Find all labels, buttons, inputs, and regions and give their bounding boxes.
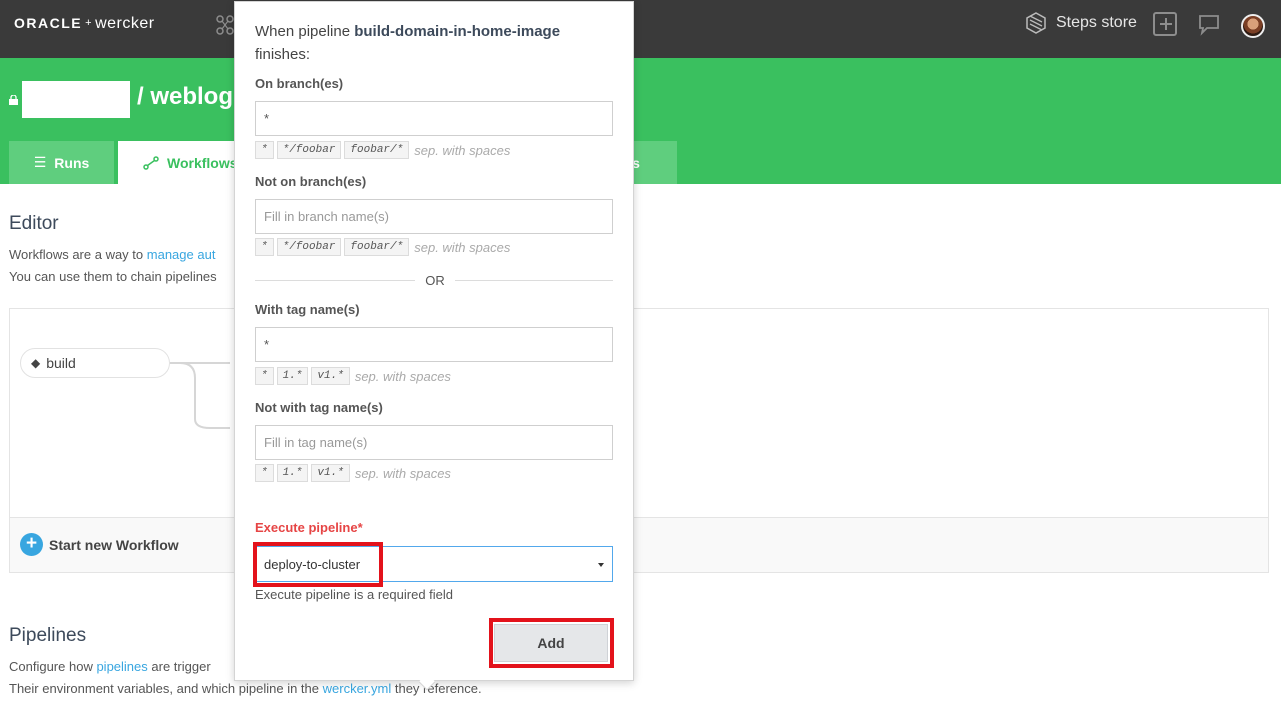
execute-pipeline-label: Execute pipeline* [255,520,363,535]
pipelines-description-line2: Their environment variables, and which p… [9,681,482,696]
popup-pipeline-name: build-domain-in-home-image [354,23,561,40]
pipelines-desc2-prefix: Their environment variables, and which p… [9,681,323,696]
with-tags-input[interactable]: * [255,327,613,362]
hint-chip[interactable]: foobar/* [344,141,410,159]
plus-circle-icon: + [20,533,43,556]
or-label: OR [425,273,445,288]
tab-workflows-label: Workflows [167,154,238,171]
execute-pipeline-help: Execute pipeline is a required field [255,587,454,602]
start-new-workflow-label: Start new Workflow [49,536,179,553]
highlight-box-add [489,618,614,668]
not-with-tags-label: Not with tag name(s) [255,400,383,415]
highlight-box-select [253,542,383,587]
or-divider: OR [255,272,613,290]
wercker-yml-link[interactable]: wercker.yml [323,681,392,696]
tab-workflows[interactable]: Workflows [118,141,238,184]
on-branches-input[interactable]: * [255,101,613,136]
steps-store-label: Steps store [1056,14,1137,31]
editor-description-line1: Workflows are a way to manage aut [9,247,215,262]
manage-automation-link[interactable]: manage aut [147,247,216,262]
hint-separator-text: sep. with spaces [354,465,451,481]
popup-title-suffix: finishes: [255,46,311,63]
hint-chip[interactable]: * [255,238,274,256]
popup-title: When pipeline build-domain-in-home-image… [255,20,615,66]
workflow-node-build[interactable]: ◆ build [20,348,170,378]
hint-separator-text: sep. with spaces [354,368,451,384]
redacted-owner-name [22,81,130,118]
pipelines-link[interactable]: pipelines [96,659,147,674]
steps-store-icon [1026,12,1046,34]
hint-chip[interactable]: */foobar [276,238,342,256]
editor-footer [10,517,1268,572]
git-diamond-icon: ◆ [31,356,41,370]
popup-title-prefix: When pipeline [255,23,355,40]
hint-chip[interactable]: v1.* [311,464,350,482]
runs-list-icon: ☰ [33,154,47,170]
on-branches-hints: * */foobar foobar/* sep. with spaces [255,141,510,159]
network-icon[interactable] [214,14,236,36]
workflow-icon [143,155,159,170]
brand-plus: + [85,17,93,29]
not-on-branches-label: Not on branch(es) [255,174,367,189]
or-line-right [455,280,613,281]
chat-bubble-icon[interactable] [1197,12,1221,36]
hint-chip[interactable]: v1.* [311,367,350,385]
node-build-label: build [46,355,76,371]
pipelines-heading: Pipelines [9,625,87,646]
brand-oracle: ORACLE [14,15,83,31]
tab-runs[interactable]: ☰ Runs [9,141,114,184]
not-with-tags-input[interactable]: Fill in tag name(s) [255,425,613,460]
chevron-down-icon [598,563,604,567]
hint-chip[interactable]: * [255,141,274,159]
tab-runs-label: Runs [54,154,90,171]
with-tags-hints: * 1.* v1.* sep. with spaces [255,367,451,385]
steps-store-link[interactable]: Steps store [1025,12,1137,34]
hint-chip[interactable]: * [255,464,274,482]
hint-chip[interactable]: 1.* [276,464,309,482]
workflow-editor-canvas: ◆ build + Start new Workflow [9,308,1269,573]
editor-desc-text: Workflows are a way to [9,247,147,262]
not-on-branches-input[interactable]: Fill in branch name(s) [255,199,613,234]
pipelines-desc-suffix: are trigger [147,659,211,674]
pipelines-desc-prefix: Configure how [9,659,97,674]
editor-description-line2: You can use them to chain pipelines [9,269,217,284]
hint-chip[interactable]: * [255,367,274,385]
brand-wercker: wercker [95,15,155,32]
hint-chip[interactable]: 1.* [276,367,309,385]
hint-chip[interactable]: foobar/* [344,238,410,256]
with-tags-label: With tag name(s) [255,302,360,317]
on-branches-label: On branch(es) [255,76,344,91]
editor-heading: Editor [9,213,59,234]
not-on-branches-hints: * */foobar foobar/* sep. with spaces [255,238,510,256]
top-navbar: ORACLE + wercker Steps store [0,0,1281,58]
or-line-left [255,280,415,281]
add-workflow-trigger-popup: When pipeline build-domain-in-home-image… [234,1,634,691]
hint-separator-text: sep. with spaces [414,239,511,255]
hint-separator-text: sep. with spaces [414,142,511,158]
oracle-wercker-logo[interactable]: ORACLE + wercker [14,15,155,33]
pipelines-description-line1: Configure how pipelines are trigger [9,659,211,674]
start-new-workflow-button[interactable]: + Start new Workflow [20,533,179,556]
pipelines-desc2-suffix: they reference. [391,681,482,696]
plus-square-icon[interactable] [1153,12,1177,36]
lock-icon [9,95,18,105]
not-with-tags-hints: * 1.* v1.* sep. with spaces [255,464,451,482]
user-avatar[interactable] [1241,14,1265,38]
hint-chip[interactable]: */foobar [276,141,342,159]
